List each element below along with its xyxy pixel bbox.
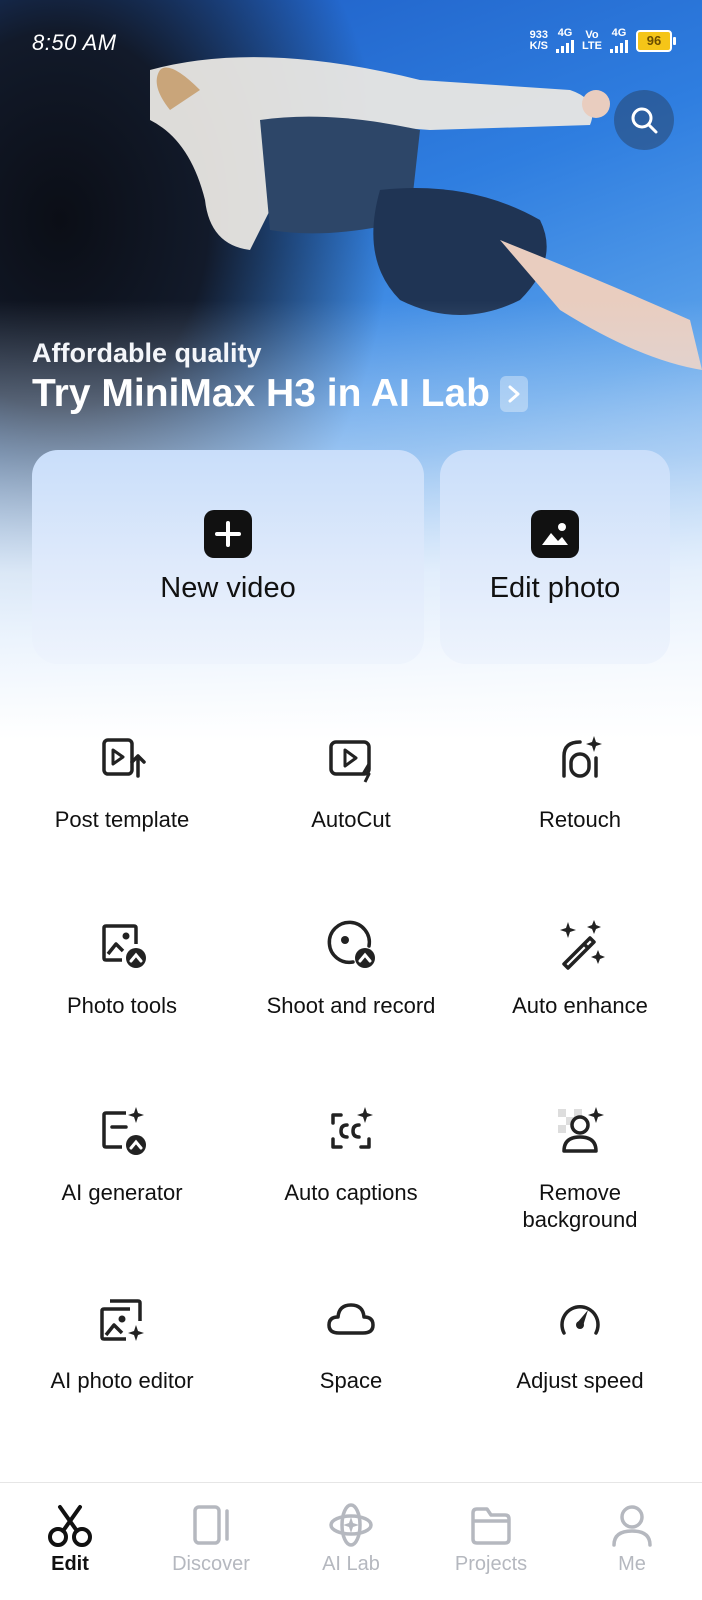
status-time: 8:50 AM [32,30,117,55]
nav-label: Projects [454,1553,528,1575]
nav-label: Discover [172,1553,250,1575]
bottom-navigation: Edit Discover AI Lab Projects Me [0,1482,702,1600]
nav-me[interactable]: Me [562,1501,702,1576]
tool-autocut[interactable]: AutoCut [237,732,465,833]
discover-icon [193,1505,229,1545]
image-icon [531,509,579,558]
tool-shoot-record[interactable]: Shoot and record [237,918,465,1019]
tool-label: Shoot and record [266,993,436,1018]
tool-label: Post template [54,807,190,832]
hero-title-link[interactable]: Try MiniMax H3 in AI Lab [32,372,528,416]
ai-photo-editor-icon [100,1299,144,1341]
signal-sim2: 4G [610,28,628,53]
shoot-record-icon [327,920,375,968]
volte-indicator: Vo LTE [582,28,602,52]
tool-retouch[interactable]: Retouch [466,732,694,833]
status-bar: 8:50 AM 933 K/S 4G Vo LTE 4G 96 [0,24,702,68]
search-button[interactable] [614,90,674,150]
hero-subtitle: Affordable quality [32,338,262,368]
network-speed-value: 933 [529,28,549,41]
signal-sim2-label: 4G [611,27,627,39]
nav-projects[interactable]: Projects [421,1501,561,1576]
remove-background-icon [558,1107,604,1153]
nav-label: Me [618,1553,646,1575]
network-speed-unit: K/S [529,39,549,52]
ai-generator-icon [102,1107,146,1155]
signal-bars-icon [610,39,628,53]
post-template-icon [102,738,146,778]
tool-label: AI generator [61,1180,183,1205]
autocut-icon [329,740,371,783]
new-video-button[interactable]: New video [32,450,424,664]
magic-wand-icon [560,920,605,970]
retouch-icon [562,736,602,778]
tool-label: AutoCut [311,807,391,832]
hero-title: Try MiniMax H3 in AI Lab [32,372,490,415]
captions-icon [331,1107,373,1149]
volte-top-label: Vo [585,28,599,41]
tool-label: AI photo editor [50,1368,194,1393]
tool-photo-tools[interactable]: Photo tools [8,918,236,1019]
tool-label: Photo tools [66,993,178,1018]
tool-ai-photo-editor[interactable]: AI photo editor [8,1293,236,1394]
network-speed: 933 K/S [529,28,549,52]
tool-auto-captions[interactable]: Auto captions [237,1105,465,1206]
person-icon [612,1505,652,1547]
edit-photo-button[interactable]: Edit photo [440,450,670,664]
search-icon [631,107,658,134]
tool-label: Remove background [522,1180,638,1232]
tool-remove-background[interactable]: Remove background [466,1105,694,1233]
tool-space[interactable]: Space [237,1293,465,1394]
nav-ai-lab[interactable]: AI Lab [281,1501,421,1576]
tool-post-template[interactable]: Post template [8,732,236,833]
tool-label: Auto captions [284,1180,418,1205]
speedometer-icon [560,1305,600,1335]
plus-square-icon [204,509,252,558]
battery-icon: 96 [636,29,676,52]
nav-discover[interactable]: Discover [141,1501,281,1576]
scissors-icon [48,1505,92,1547]
tool-adjust-speed[interactable]: Adjust speed [466,1293,694,1394]
app-screen: 8:50 AM 933 K/S 4G Vo LTE 4G 96 Affordab… [0,0,702,1600]
tool-ai-generator[interactable]: AI generator [8,1105,236,1206]
signal-bars-icon [556,39,575,53]
tool-label: Retouch [539,807,621,832]
signal-sim1-label: 4G [557,27,573,39]
ai-lab-icon [329,1503,373,1547]
tool-label: Auto enhance [512,993,648,1018]
cloud-icon [327,1303,375,1335]
status-indicators: 933 K/S 4G Vo LTE 4G 96 [529,27,676,53]
tool-auto-enhance[interactable]: Auto enhance [466,918,694,1019]
nav-edit[interactable]: Edit [0,1501,140,1576]
nav-label: Edit [51,1553,89,1575]
volte-bottom-label: LTE [582,39,602,52]
nav-label: AI Lab [322,1553,380,1575]
photo-tools-icon [102,924,146,968]
tool-label: Adjust speed [516,1368,644,1393]
tool-label: Space [319,1368,383,1393]
chevron-right-icon [499,376,528,412]
folder-icon [471,1507,511,1545]
new-video-label: New video [160,571,296,604]
signal-sim1: 4G [556,27,575,53]
edit-photo-label: Edit photo [489,571,621,604]
